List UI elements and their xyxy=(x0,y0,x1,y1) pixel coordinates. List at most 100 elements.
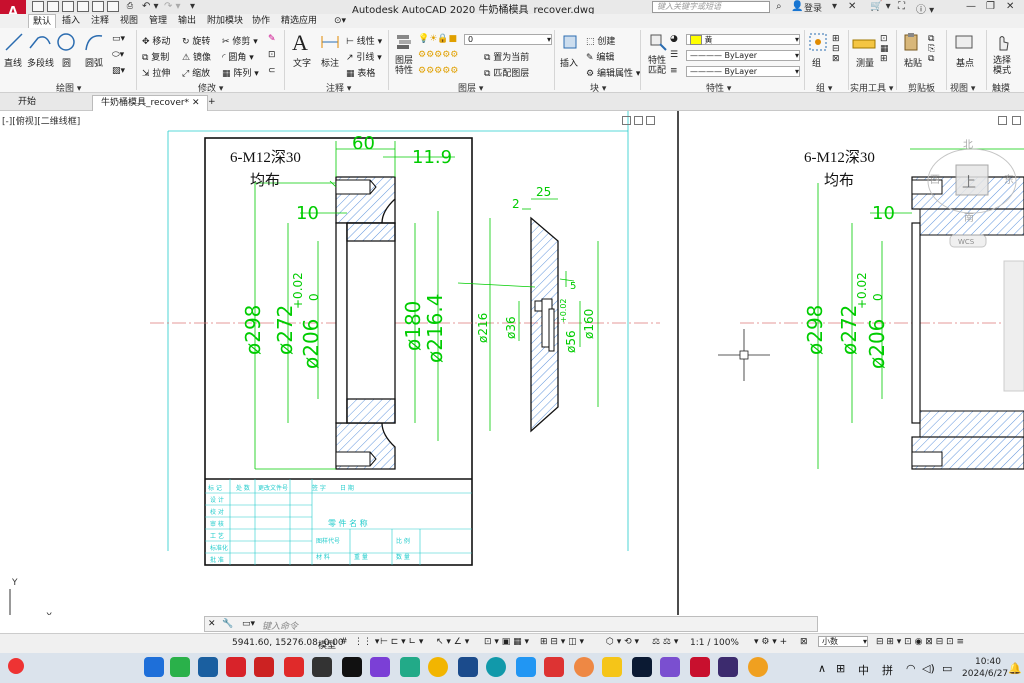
utility-tools-icons[interactable]: ⊡ ▦ ⊞ xyxy=(880,34,889,64)
app-red-icon[interactable] xyxy=(254,657,274,677)
group-label[interactable]: 组 xyxy=(812,56,821,69)
erase-icon[interactable]: ✎ xyxy=(268,34,276,44)
group-tools-icons[interactable]: ⊞ ⊟ ⊠ xyxy=(832,34,840,64)
cart-icon[interactable]: 🛒 ▾ xyxy=(870,1,891,12)
capcut-icon[interactable] xyxy=(312,657,332,677)
wifi-icon[interactable]: ◠ xyxy=(906,662,916,675)
linetype-dropdown[interactable]: ———— ByLayer ▾ xyxy=(686,50,800,61)
app-star-icon[interactable] xyxy=(458,657,478,677)
group-icon[interactable] xyxy=(808,32,828,52)
search-input[interactable]: 键入关键字或短语 xyxy=(652,1,770,13)
array-button[interactable]: ▦ 阵列 ▾ xyxy=(222,66,259,79)
undo-icon[interactable]: ↶ ▾ xyxy=(142,1,159,12)
dropdown-icon[interactable]: ▾ xyxy=(832,1,837,12)
notification-badge-icon[interactable] xyxy=(8,658,24,674)
polyline-icon[interactable] xyxy=(28,32,52,52)
model-space-button[interactable]: 模型 xyxy=(318,638,336,651)
app-chrome-orange-icon[interactable] xyxy=(748,657,768,677)
ellipse-icon[interactable]: ⬭▾ xyxy=(112,50,124,60)
right-viewport-maximize-icon[interactable] xyxy=(998,116,1007,125)
chrome-alt-icon[interactable] xyxy=(574,657,594,677)
select-mode-label[interactable]: 选择模式 xyxy=(991,56,1013,76)
user-icon[interactable]: 👤 xyxy=(791,1,803,12)
viewcube-north[interactable]: 北 xyxy=(963,139,973,151)
chrome-icon[interactable] xyxy=(428,657,448,677)
text-label[interactable]: 文字 xyxy=(293,56,311,69)
tray-overflow-icon[interactable]: ∧ xyxy=(818,662,826,675)
circle-icon[interactable] xyxy=(56,32,76,52)
explode-icon[interactable]: ⊡ xyxy=(268,50,276,60)
new-tab-button[interactable]: + xyxy=(200,95,224,110)
make-current-button[interactable]: ⧉ 置为当前 xyxy=(484,50,529,63)
viewcube-south[interactable]: 南 xyxy=(964,211,974,224)
arc-icon[interactable] xyxy=(84,32,104,52)
layer-properties-icon[interactable] xyxy=(394,32,414,52)
quick-access-dropdown-icon[interactable]: ▾ xyxy=(190,1,195,12)
new-file-icon[interactable] xyxy=(32,1,44,12)
match-properties-label[interactable]: 特性匹配 xyxy=(646,56,668,76)
annotation-monitor-icon[interactable]: ⊠ xyxy=(800,637,808,647)
redo-icon[interactable]: ↷ ▾ xyxy=(164,1,181,12)
minimize-icon[interactable]: — xyxy=(966,1,976,12)
edit-block-button[interactable]: ✎ 编辑 xyxy=(586,50,614,63)
tab-default[interactable]: 默认 xyxy=(28,14,57,28)
base-view-icon[interactable] xyxy=(954,34,974,50)
insert-block-icon[interactable] xyxy=(560,32,580,52)
layer-state-icons[interactable]: 💡☀🔒■ xyxy=(418,34,457,44)
hatch-icon[interactable]: ▨▾ xyxy=(112,66,125,76)
tab-addins[interactable]: 附加模块 xyxy=(203,14,247,28)
line-icon[interactable] xyxy=(4,32,24,52)
create-block-button[interactable]: ⬚ 创建 xyxy=(586,34,615,47)
wps-icon[interactable] xyxy=(544,657,564,677)
app-dy-icon[interactable] xyxy=(284,657,304,677)
photoshop-icon[interactable] xyxy=(632,657,652,677)
lineweight-toggle-icon[interactable]: ⊞ ⊟ ▾ ◫ ▾ xyxy=(540,637,584,647)
polyline-label[interactable]: 多段线 xyxy=(27,56,54,69)
command-input[interactable]: 键入命令 xyxy=(262,619,298,632)
workspace-switch-icon[interactable]: ▾ ⚙ ▾ + xyxy=(754,637,787,647)
clock-date[interactable]: 2024/6/27 xyxy=(962,669,1008,679)
match-layer-button[interactable]: ⧉ 匹配图层 xyxy=(484,66,529,79)
wcs-menu[interactable]: WCS xyxy=(958,238,975,246)
open-file-icon[interactable] xyxy=(47,1,59,12)
command-close-icon[interactable]: ✕ xyxy=(208,619,216,629)
notification-center-icon[interactable]: 🔔 xyxy=(1008,662,1022,675)
measure-label[interactable]: 测量 xyxy=(856,56,874,69)
trim-button[interactable]: ✂ 修剪 ▾ xyxy=(222,34,258,47)
lineweight-dropdown[interactable]: ———— ByLayer ▾ xyxy=(686,66,800,77)
lineweight-icon[interactable]: ≡ xyxy=(670,66,678,76)
tab-view[interactable]: 视图 xyxy=(116,14,142,28)
left-viewport-restore-icon[interactable] xyxy=(634,116,643,125)
annotation-scale[interactable]: 1:1 / 100% xyxy=(690,638,739,648)
print-icon[interactable]: ⎙ xyxy=(124,1,136,12)
mirror-button[interactable]: ⚠ 镜像 xyxy=(182,50,211,63)
layer-tools-icons-row2[interactable]: ⚙⚙⚙⚙⚙ xyxy=(418,50,458,60)
layer-tools-icons-row3[interactable]: ⚙⚙⚙⚙⚙ xyxy=(418,66,458,76)
arc-label[interactable]: 圆弧 xyxy=(85,56,103,69)
quick-properties-icon[interactable]: ⊟ ⊞ ▾ ⊡ ◉ ⊠ ⊟ ⊡ ≡ xyxy=(876,637,964,647)
dimension-label[interactable]: 标注 xyxy=(321,56,339,69)
drawing-svg[interactable]: 6-M12深30 均布 60 11.9 10 ø298 ø272 ø206 +0… xyxy=(0,111,1024,615)
save-as-icon[interactable] xyxy=(77,1,89,12)
measure-icon[interactable] xyxy=(852,36,876,52)
capcut-alt-icon[interactable] xyxy=(342,657,362,677)
right-viewport-restore-icon[interactable] xyxy=(1012,116,1021,125)
tab-output[interactable]: 输出 xyxy=(174,14,200,28)
move-button[interactable]: ✥ 移动 xyxy=(142,34,170,47)
viewcube-west[interactable]: 西 xyxy=(930,175,940,186)
web-save-icon[interactable] xyxy=(92,1,104,12)
tab-insert[interactable]: 插入 xyxy=(58,14,84,28)
edit-attribute-button[interactable]: ⚙ 编辑属性 ▾ xyxy=(586,66,640,79)
login-button[interactable]: 登录 xyxy=(804,1,822,14)
snap-mode-icon[interactable]: ⋮⋮ ▾ xyxy=(354,637,379,647)
exchange-icon[interactable]: ✕ xyxy=(848,1,856,12)
volume-icon[interactable]: ◁) xyxy=(922,662,935,675)
text-icon[interactable]: A xyxy=(292,30,308,56)
close-icon[interactable]: ✕ xyxy=(1006,1,1014,12)
netease-music-icon[interactable] xyxy=(226,657,246,677)
annotation-visibility-icon[interactable]: ⚖ ⚖ ▾ xyxy=(652,637,678,647)
linear-button[interactable]: ⊢ 线性 ▾ xyxy=(346,34,382,47)
maximize-icon[interactable]: ❐ xyxy=(986,1,995,12)
line-label[interactable]: 直线 xyxy=(4,56,22,69)
circle-label[interactable]: 圆 xyxy=(62,56,71,69)
